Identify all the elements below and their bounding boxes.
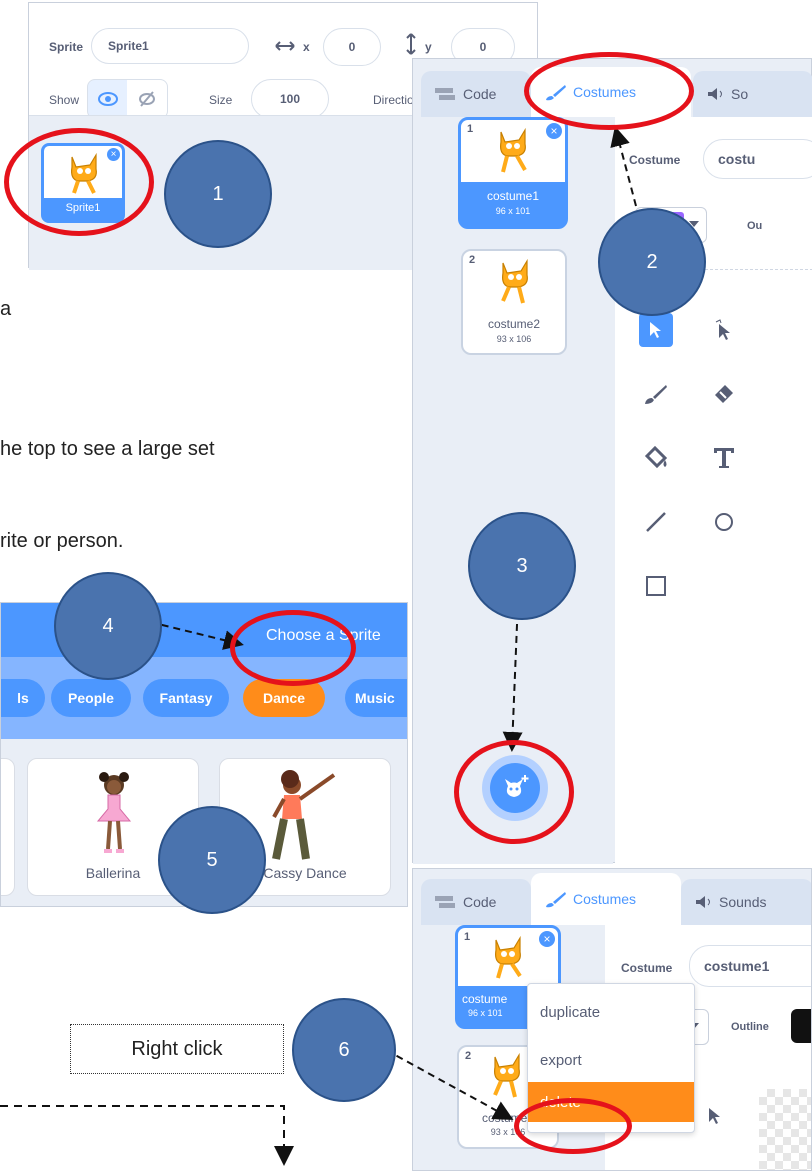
step-badge-5: 5 <box>158 806 266 914</box>
highlight-choose-costume <box>454 740 574 844</box>
step-badge-2: 2 <box>598 208 706 316</box>
right-click-callout: Right click <box>70 1024 284 1074</box>
step-badge-3: 3 <box>468 512 576 620</box>
highlight-delete-item <box>514 1098 632 1154</box>
highlight-costumes-tab <box>524 52 694 130</box>
step-badge-1: 1 <box>164 140 272 248</box>
highlight-dance-category <box>230 610 356 686</box>
step-badge-6: 6 <box>292 998 396 1102</box>
highlight-sprite-thumb <box>4 128 154 236</box>
step-badge-4: 4 <box>54 572 162 680</box>
